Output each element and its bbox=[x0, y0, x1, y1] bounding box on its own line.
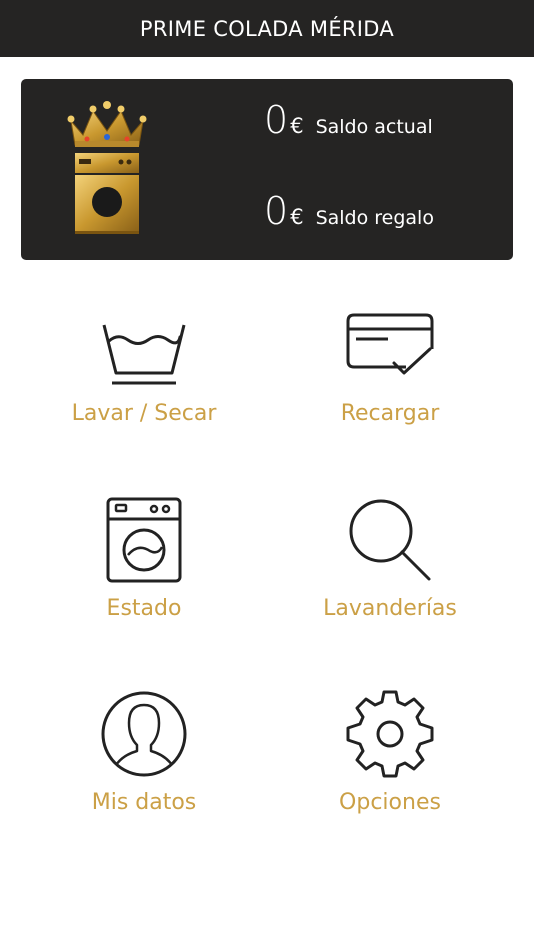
recharge-button[interactable]: Recargar bbox=[267, 295, 513, 465]
wash-dry-label: Lavar / Secar bbox=[71, 401, 217, 426]
laundries-label: Lavanderías bbox=[323, 596, 457, 621]
search-icon bbox=[349, 499, 431, 581]
washing-machine-icon bbox=[106, 497, 182, 583]
crown-washing-machine-logo bbox=[67, 101, 147, 234]
status-button[interactable]: Estado bbox=[21, 490, 267, 660]
wash-dry-button[interactable]: Lavar / Secar bbox=[21, 295, 267, 465]
status-label: Estado bbox=[106, 596, 182, 621]
gift-balance-label: Saldo regalo bbox=[315, 207, 434, 229]
options-button[interactable]: Opciones bbox=[267, 684, 513, 854]
options-label: Opciones bbox=[339, 790, 441, 815]
gift-balance: 0 € Saldo regalo bbox=[264, 192, 434, 230]
current-balance-amount: 0 bbox=[264, 98, 289, 142]
current-balance: 0 € Saldo actual bbox=[264, 101, 433, 139]
app-title: PRIME COLADA MÉRIDA bbox=[139, 16, 395, 41]
wash-basin-icon bbox=[102, 324, 186, 385]
credit-card-check-icon bbox=[346, 313, 434, 375]
gift-balance-currency: € bbox=[290, 205, 304, 229]
current-balance-currency: € bbox=[290, 114, 304, 138]
user-profile-icon bbox=[101, 691, 187, 777]
app-header: PRIME COLADA MÉRIDA bbox=[0, 0, 534, 57]
my-data-label: Mis datos bbox=[91, 790, 197, 815]
my-data-button[interactable]: Mis datos bbox=[21, 684, 267, 854]
gift-balance-amount: 0 bbox=[264, 189, 289, 233]
current-balance-label: Saldo actual bbox=[315, 116, 433, 138]
recharge-label: Recargar bbox=[340, 401, 440, 426]
balance-card: 0 € Saldo actual 0 € Saldo regalo bbox=[21, 79, 513, 260]
laundries-button[interactable]: Lavanderías bbox=[267, 490, 513, 660]
gear-icon bbox=[346, 690, 434, 778]
